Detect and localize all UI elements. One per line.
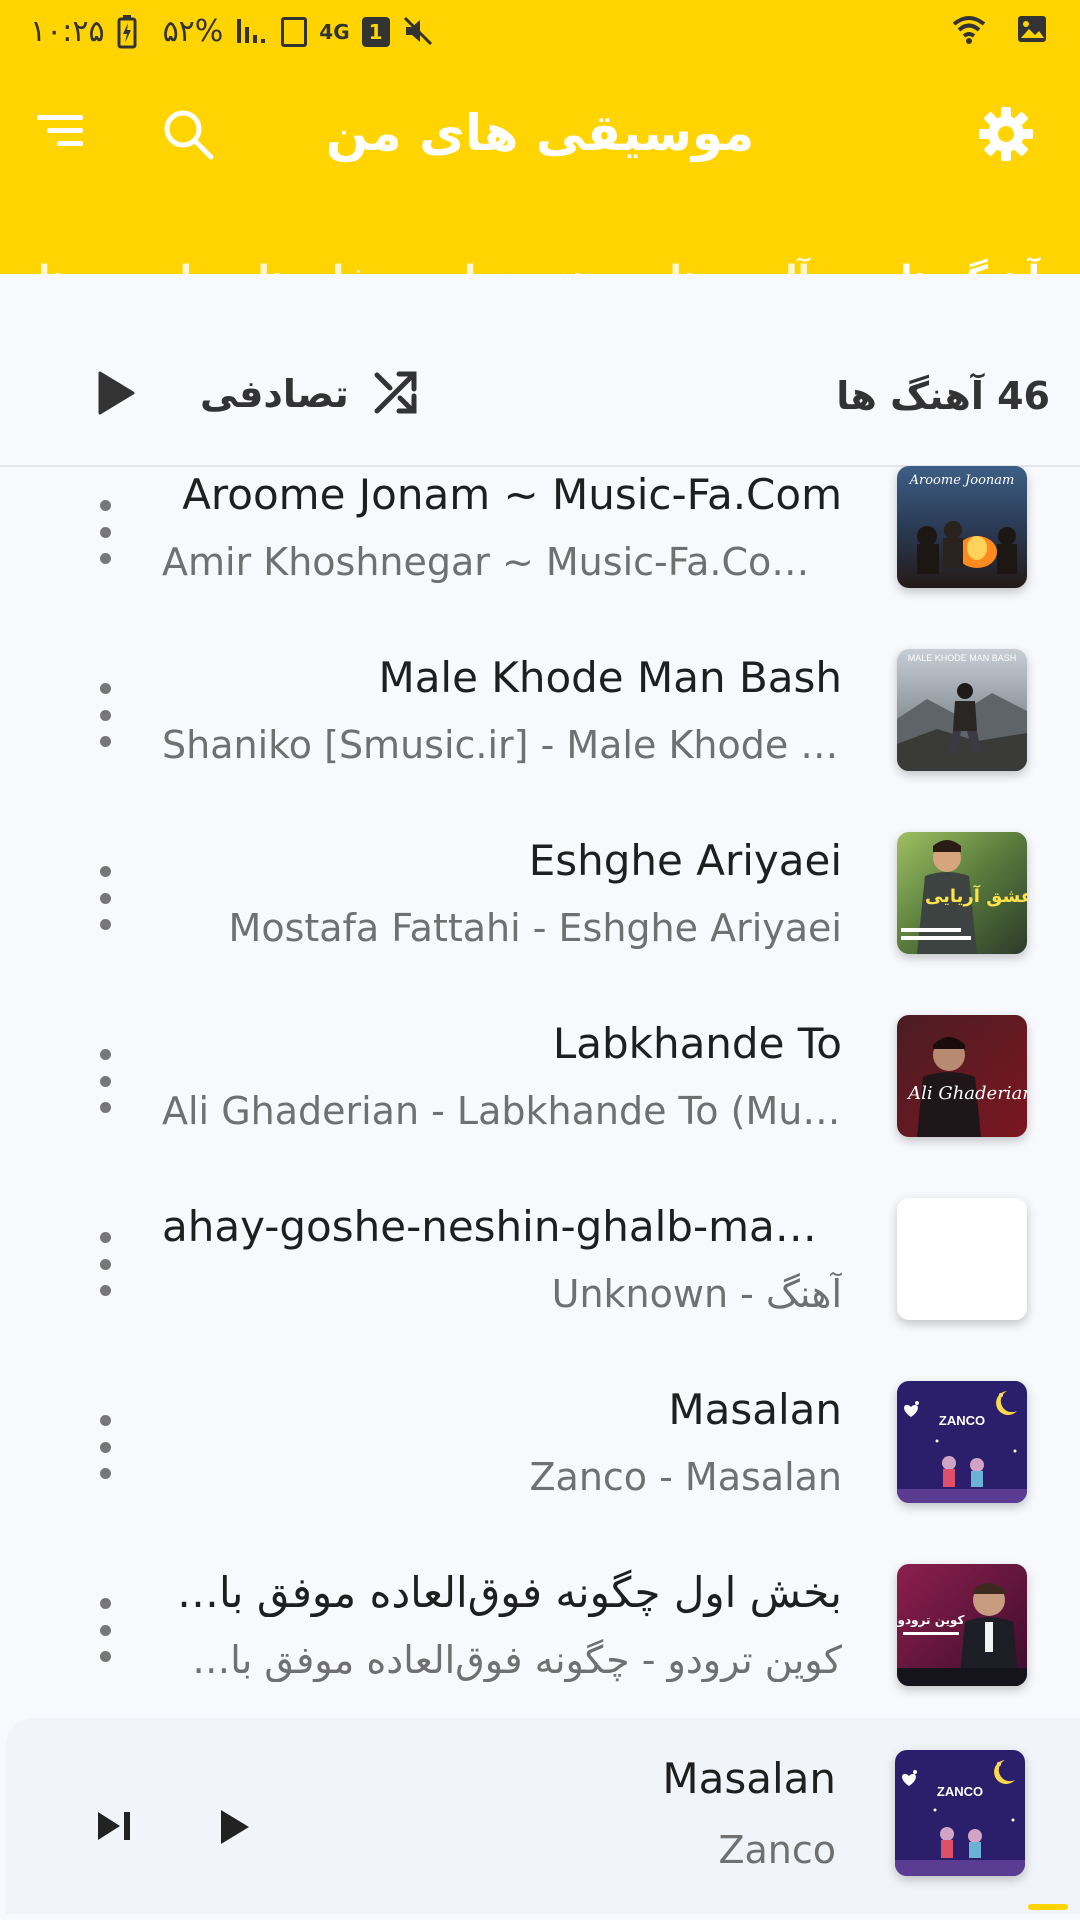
shuffle-button[interactable]: تصادفی — [200, 364, 419, 424]
album-art: کوین ترودو — [897, 1564, 1027, 1686]
list-item[interactable]: Labkhande To Ali Ghaderian - Labkhande T… — [0, 1015, 1080, 1199]
battery-level: ۵۲% — [162, 14, 224, 49]
album-art-text: ZANCO — [939, 1413, 985, 1428]
skip-next-icon[interactable] — [96, 1810, 136, 1846]
song-subtitle: کوین ترودو - چگونه فوق‌العاده موفق باشیم — [162, 1638, 842, 1682]
more-options-icon[interactable] — [92, 1232, 118, 1296]
more-options-icon[interactable] — [92, 1598, 118, 1662]
image-notification-icon — [1016, 14, 1050, 48]
more-options-icon[interactable] — [92, 866, 118, 930]
mini-player[interactable]: Masalan Zanco ZANCO — [6, 1718, 1080, 1914]
song-count: 46 آهنگ ها — [836, 374, 1050, 418]
now-playing-art: ZANCO — [895, 1750, 1025, 1876]
album-art-text: Aroome Joonam — [909, 473, 1015, 488]
wifi-icon — [952, 14, 986, 48]
song-title: بخش اول چگونه فوق‌العاده موفق باشیم — [162, 1568, 842, 1617]
album-art: MALE KHODE MAN BASH — [897, 649, 1027, 771]
list-item[interactable]: Eshghe Ariyaei Mostafa Fattahi - Eshghe … — [0, 832, 1080, 1016]
list-item[interactable]: Male Khode Man Bash Shaniko [Smusic.ir] … — [0, 649, 1080, 833]
album-art-text: کوین ترودو — [897, 1613, 965, 1628]
song-title: Male Khode Man Bash — [378, 653, 842, 702]
list-header: 46 آهنگ ها تصادفی — [0, 274, 1080, 467]
song-subtitle: Ali Ghaderian - Labkhande To (Music-Fa) — [162, 1089, 842, 1133]
now-playing-artist: Zanco — [718, 1828, 836, 1872]
music-app: ۱۰:۲۵ ۵۲% 4G 1 موسیقی های من 46 آهنگ ها … — [0, 0, 1080, 1920]
status-bar: ۱۰:۲۵ ۵۲% 4G 1 — [0, 0, 1080, 64]
song-title: Eshghe Ariyaei — [528, 836, 842, 885]
now-playing-title: Masalan — [662, 1754, 836, 1803]
list-item[interactable]: ahay-goshe-neshin-ghalb-man-music-fa Unk… — [0, 1198, 1080, 1382]
playback-progress — [1028, 1904, 1068, 1910]
song-subtitle: Zanco - Masalan — [529, 1455, 843, 1499]
signal-icon — [235, 15, 269, 49]
shuffle-icon — [373, 369, 419, 419]
song-subtitle: Unknown - آهنگ — [551, 1272, 842, 1316]
song-title: Masalan — [668, 1385, 842, 1434]
album-art-placeholder — [897, 1198, 1027, 1320]
network-type: 4G — [319, 19, 350, 44]
album-art-text: ZANCO — [937, 1784, 983, 1799]
more-options-icon[interactable] — [92, 500, 118, 564]
list-item[interactable]: Aroome Jonam ~ Music-Fa.Com Amir Khoshne… — [0, 466, 1080, 650]
gear-icon[interactable] — [976, 104, 1036, 164]
song-title: Labkhande To — [552, 1019, 842, 1068]
mute-icon — [402, 15, 436, 49]
song-subtitle: Shaniko [Smusic.ir] - Male Khode Man Bas… — [162, 723, 842, 767]
more-options-icon[interactable] — [92, 683, 118, 747]
album-art-text: MALE KHODE MAN BASH — [908, 653, 1017, 663]
album-art: عشق آریایی — [897, 832, 1027, 954]
play-all-icon[interactable] — [96, 370, 140, 418]
app-bar: موسیقی های من آهنگ ها آلبوم ها — [0, 64, 1080, 338]
album-art: ZANCO — [897, 1381, 1027, 1503]
song-title: ahay-goshe-neshin-ghalb-man-music-fa — [162, 1202, 842, 1251]
shuffle-label: تصادفی — [200, 372, 349, 416]
battery-icon — [117, 14, 151, 49]
no-sim-icon — [281, 16, 308, 47]
play-icon[interactable] — [218, 1808, 254, 1848]
album-art-text: عشق آریایی — [925, 884, 1027, 907]
song-subtitle: Amir Khoshnegar ~ Music-Fa.Com - Aroome … — [162, 540, 842, 584]
song-title: Aroome Jonam ~ Music-Fa.Com — [182, 470, 842, 519]
more-options-icon[interactable] — [92, 1049, 118, 1113]
song-subtitle: Mostafa Fattahi - Eshghe Ariyaei — [228, 906, 842, 950]
list-item[interactable]: Masalan Zanco - Masalan ZANCO — [0, 1381, 1080, 1565]
album-art: Aroome Joonam — [897, 466, 1027, 588]
song-list: Aroome Jonam ~ Music-Fa.Com Amir Khoshne… — [0, 466, 1080, 1716]
list-item[interactable]: بخش اول چگونه فوق‌العاده موفق باشیم کوین… — [0, 1564, 1080, 1716]
sim-slot-badge: 1 — [361, 16, 390, 47]
page-title: موسیقی های من — [325, 104, 755, 162]
album-art: Ali Ghaderian — [897, 1015, 1027, 1137]
album-art-text: Ali Ghaderian — [906, 1083, 1027, 1104]
more-options-icon[interactable] — [92, 1415, 118, 1479]
clock: ۱۰:۲۵ — [30, 14, 105, 49]
